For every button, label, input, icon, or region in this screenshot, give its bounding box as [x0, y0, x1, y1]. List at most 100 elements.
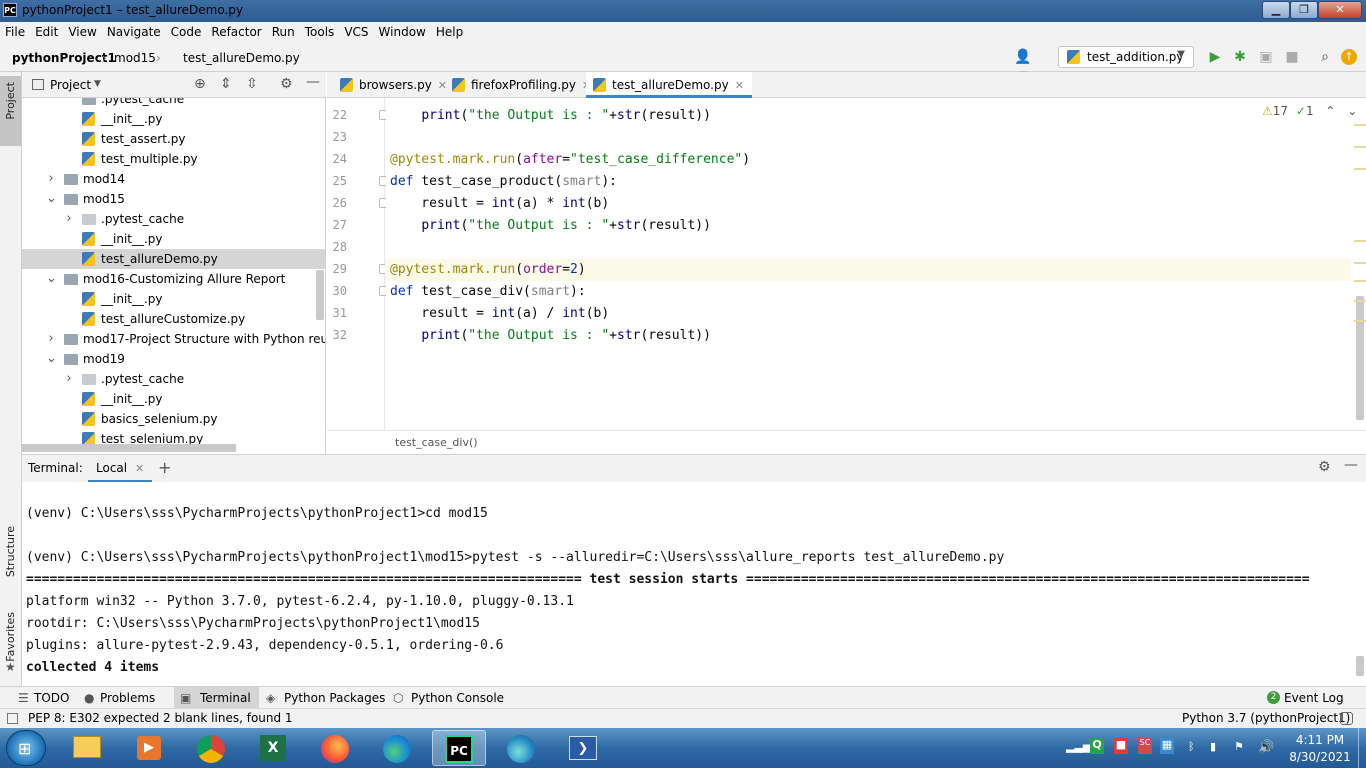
start-button[interactable]: ⊞ [6, 730, 46, 766]
chevron-down-icon[interactable]: ⌄ [46, 349, 57, 369]
menu-file[interactable]: File [0, 22, 30, 39]
tree-item[interactable]: .pytest_cache [22, 98, 325, 109]
tab-browsers[interactable]: browsers.py ✕ [333, 72, 447, 98]
code-line[interactable]: def test_case_product(smart): [390, 171, 617, 193]
favorites-tool-tab[interactable]: Favorites ★ [0, 612, 21, 682]
run-icon[interactable]: ▶ [1206, 48, 1224, 66]
taskbar-firefox[interactable] [308, 730, 362, 766]
taskbar-excel[interactable]: X [246, 730, 300, 766]
tray-record-icon[interactable]: ■ [1114, 738, 1128, 754]
tree-item[interactable]: __init__.py [22, 109, 325, 129]
gear-icon[interactable]: ⚙ [1318, 459, 1331, 475]
tree-item[interactable]: __init__.py [22, 229, 325, 249]
device-icon[interactable]: ▮ [1210, 740, 1216, 753]
tree-item[interactable]: › mod14 [22, 169, 325, 189]
menu-vcs[interactable]: VCS [339, 22, 373, 39]
chevron-down-icon[interactable]: ⌄ [46, 269, 57, 289]
close-tab-icon[interactable]: ✕ [735, 79, 744, 92]
taskbar-pycharm[interactable]: PC [432, 730, 486, 766]
structure-tool-tab[interactable]: Structure [0, 522, 21, 602]
inspection-widget[interactable]: ⚠17 ✓1 ⌃ ⌄ [1262, 104, 1357, 118]
tree-item[interactable]: › mod17-Project Structure with Python reu… [22, 329, 325, 349]
taskbar-edge[interactable] [370, 730, 424, 766]
taskbar-edge-dev[interactable] [494, 730, 548, 766]
chevron-down-icon[interactable]: ▼ [94, 79, 101, 89]
terminal-scrollbar[interactable] [1356, 656, 1364, 676]
tab-test-alluredemo[interactable]: test_allureDemo.py ✕ [586, 72, 752, 98]
menu-navigate[interactable]: Navigate [102, 22, 166, 39]
chevron-right-icon[interactable]: › [46, 329, 56, 349]
breadcrumb-file[interactable]: test_allureDemo.py [183, 51, 300, 65]
menu-window[interactable]: Window [374, 22, 431, 39]
interpreter-label[interactable]: Python 3.7 (pythonProject1) [1182, 709, 1350, 728]
volume-icon[interactable]: 🔊 [1258, 740, 1274, 755]
project-tool-tab[interactable]: Project [0, 76, 21, 146]
show-desktop-button[interactable] [1358, 728, 1366, 768]
coverage-icon[interactable]: ▣ [1257, 48, 1275, 66]
network-icon[interactable]: ▂▃▅ [1066, 740, 1091, 753]
tree-item[interactable]: test_allureDemo.py [22, 249, 325, 269]
tab-python-packages[interactable]: ◈ Python Packages [266, 687, 393, 709]
close-button[interactable]: ✕ [1318, 1, 1362, 19]
code-line[interactable]: result = int(a) * int(b) [390, 193, 609, 215]
tree-item[interactable]: ⌄ mod15 [22, 189, 325, 209]
chevron-right-icon[interactable]: › [46, 169, 56, 189]
terminal-output[interactable]: (venv) C:\Users\sss\PycharmProjects\pyth… [22, 482, 1366, 686]
code-line[interactable]: def test_case_div(smart): [390, 281, 586, 303]
run-configuration-select[interactable]: test_addition.py ▼ [1058, 46, 1194, 68]
update-icon[interactable]: ↑ [1341, 49, 1357, 65]
clock-date[interactable]: 8/30/2021 [1286, 750, 1354, 764]
tree-item[interactable]: › .pytest_cache [22, 369, 325, 389]
menu-edit[interactable]: Edit [30, 22, 63, 39]
tree-item[interactable]: __init__.py [22, 289, 325, 309]
tab-terminal[interactable]: ▣ Terminal [174, 687, 259, 709]
menu-code[interactable]: Code [166, 22, 207, 39]
bluetooth-icon[interactable]: ᛒ [1188, 740, 1195, 753]
code-line[interactable]: print("the Output is : "+str(result)) [390, 105, 711, 127]
stop-icon[interactable]: ■ [1283, 48, 1301, 66]
breadcrumb-folder[interactable]: mod15 [114, 51, 156, 65]
flag-icon[interactable]: ⚑ [1234, 740, 1244, 753]
project-panel-title[interactable]: Project [50, 78, 91, 92]
tab-problems[interactable]: ● Problems [82, 687, 163, 709]
tree-item[interactable]: ⌄ mod19 [22, 349, 325, 369]
collapse-all-icon[interactable]: ⇳ [246, 76, 258, 92]
code-breadcrumb[interactable]: test_case_div() [395, 436, 478, 449]
code-line[interactable]: result = int(a) / int(b) [390, 303, 609, 325]
tray-app-icon[interactable]: Q [1090, 738, 1104, 754]
tree-item[interactable]: › .pytest_cache [22, 209, 325, 229]
minimize-button[interactable]: ▁ [1262, 1, 1290, 19]
hide-icon[interactable]: — [1344, 457, 1358, 473]
tree-item[interactable]: __init__.py [22, 389, 325, 409]
tab-todo[interactable]: ☰ TODO [16, 687, 77, 709]
tab-firefoxprofiling[interactable]: firefoxProfiling.py✕ [445, 72, 591, 98]
tree-item[interactable]: ⌄ mod16-Customizing Allure Report [22, 269, 325, 289]
toggle-tool-windows-icon[interactable] [7, 713, 18, 724]
taskbar-file-explorer[interactable] [60, 730, 114, 766]
expand-all-icon[interactable]: ⇕ [220, 76, 232, 92]
project-tree-hscrollbar[interactable] [22, 444, 236, 452]
close-tab-icon[interactable]: ✕ [135, 462, 144, 475]
project-tree-scrollbar[interactable] [316, 270, 324, 320]
debug-icon[interactable]: ✱ [1231, 48, 1249, 66]
taskbar-media-player[interactable]: ▶ [122, 730, 176, 766]
search-icon[interactable]: ⌕ [1316, 48, 1334, 66]
menu-run[interactable]: Run [267, 22, 300, 39]
terminal-tab-local[interactable]: Local ✕ [88, 455, 153, 483]
maximize-button[interactable]: ❐ [1290, 1, 1318, 19]
chevron-right-icon[interactable]: › [64, 209, 74, 229]
tree-item[interactable]: test_allureCustomize.py [22, 309, 325, 329]
previous-highlight-icon[interactable]: ⌃ [1325, 104, 1335, 118]
tray-screen-icon[interactable]: SC [1138, 738, 1152, 754]
tray-display-icon[interactable]: ▦ [1160, 738, 1174, 754]
code-line[interactable]: @pytest.mark.run(order=2) [385, 259, 1351, 281]
event-log-button[interactable]: 2 Event Log [1266, 687, 1352, 709]
taskbar-powershell[interactable]: ❯ [556, 730, 610, 766]
chevron-down-icon[interactable]: ⌄ [46, 189, 57, 209]
code-line[interactable]: @pytest.mark.run(after="test_case_differ… [390, 149, 750, 171]
breadcrumb-project[interactable]: pythonProject1 [12, 51, 116, 65]
status-message[interactable]: PEP 8: E302 expected 2 blank lines, foun… [28, 709, 293, 728]
lock-icon[interactable] [1340, 712, 1353, 725]
code-line[interactable]: print("the Output is : "+str(result)) [390, 325, 711, 347]
locate-icon[interactable]: ⊕ [194, 76, 206, 92]
